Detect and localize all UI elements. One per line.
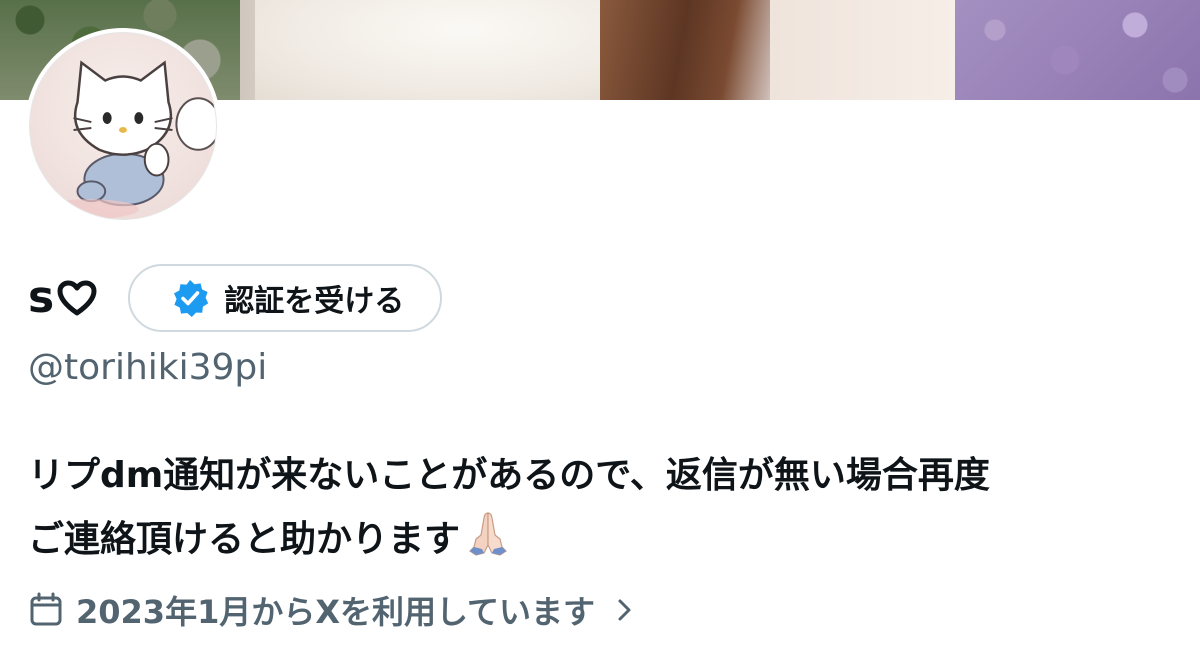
bio-line-2: ご連絡頂けると助かります bbox=[28, 508, 1188, 572]
verified-badge-icon bbox=[174, 280, 209, 317]
cat-illustration bbox=[39, 60, 216, 219]
bio-line-2-text: ご連絡頂けると助かります bbox=[28, 519, 461, 560]
profile-bio: リプdm通知が来ないことがあるので、返信が無い場合再度 ご連絡頂けると助かります bbox=[28, 444, 1188, 572]
joined-date-text: 2023年1月からXを利用しています bbox=[76, 593, 596, 631]
banner-hair bbox=[600, 0, 780, 100]
heart-outline-icon bbox=[57, 280, 97, 316]
username-handle: @torihiki39pi bbox=[28, 347, 268, 388]
get-verified-label: 認証を受ける bbox=[224, 284, 405, 319]
calendar-icon bbox=[30, 592, 62, 626]
banner-lavender bbox=[955, 0, 1200, 100]
bio-line-1: リプdm通知が来ないことがあるので、返信が無い場合再度 bbox=[28, 455, 990, 496]
name-row: s 認証を受ける bbox=[28, 262, 443, 334]
banner-arm bbox=[770, 0, 960, 100]
avatar[interactable] bbox=[25, 28, 221, 224]
chevron-right-icon bbox=[618, 599, 631, 621]
joined-date-link[interactable]: 2023年1月からXを利用しています bbox=[28, 586, 637, 634]
get-verified-button[interactable]: 認証を受ける bbox=[128, 264, 443, 332]
avatar-image bbox=[29, 32, 217, 220]
display-name: s bbox=[28, 272, 55, 323]
folded-hands-emoji bbox=[469, 512, 507, 556]
